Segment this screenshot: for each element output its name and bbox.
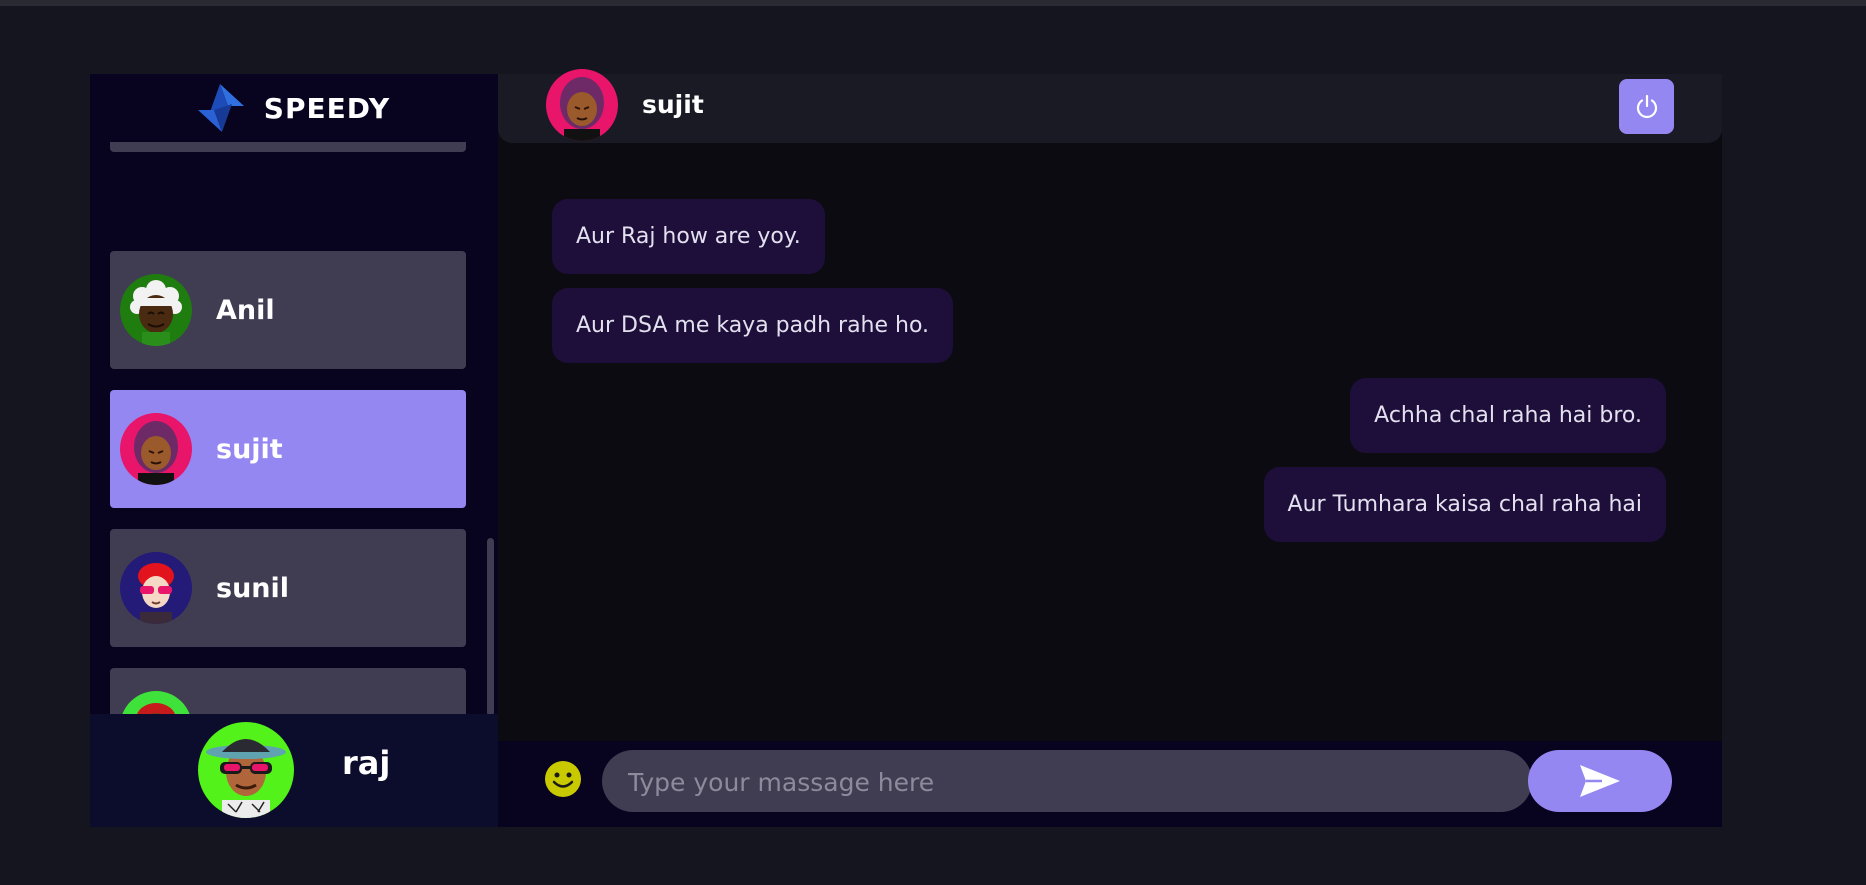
chat-panel: sujit Aur Raj how are yoy. Aur DSA me ka… bbox=[498, 69, 1722, 827]
avatar-sujit bbox=[120, 413, 192, 485]
message-received: Aur DSA me kaya padh rahe ho. bbox=[552, 288, 954, 363]
message-input[interactable] bbox=[626, 750, 1510, 814]
logout-button[interactable] bbox=[1619, 79, 1674, 134]
contact-list-scrollbar[interactable] bbox=[487, 538, 494, 716]
message-composer bbox=[498, 741, 1722, 827]
avatar-anil bbox=[120, 274, 192, 346]
avatar-sunil bbox=[120, 552, 192, 624]
contact-sunil[interactable]: sunil bbox=[110, 529, 466, 647]
chat-header-name: sujit bbox=[642, 90, 704, 119]
avatar-raj bbox=[198, 722, 294, 818]
chat-header: sujit bbox=[498, 69, 1722, 143]
message-sent: Achha chal raha hai bro. bbox=[1350, 378, 1666, 453]
current-user-panel: raj bbox=[90, 714, 498, 827]
message-sent: Aur Tumhara kaisa chal raha hai bbox=[1263, 467, 1666, 542]
contact-name: Anil bbox=[216, 294, 275, 326]
window-top-border bbox=[0, 0, 1866, 6]
message-received: Aur Raj how are yoy. bbox=[552, 199, 825, 274]
contact-card-partial[interactable] bbox=[110, 142, 466, 152]
contact-anil[interactable]: Anil bbox=[110, 251, 466, 369]
contact-name: sujit bbox=[216, 433, 283, 465]
message-input-wrapper bbox=[602, 750, 1532, 814]
brand-name: SPEEDY bbox=[263, 91, 391, 125]
send-icon bbox=[1580, 765, 1620, 797]
speedy-logo-icon bbox=[197, 84, 244, 132]
brand: SPEEDY bbox=[90, 74, 498, 142]
chat-header-avatar bbox=[546, 69, 618, 141]
contact-list: Anil sujit sunil bbox=[90, 142, 498, 788]
current-user-name: raj bbox=[342, 744, 391, 782]
power-icon bbox=[1636, 94, 1657, 118]
contact-name: sunil bbox=[216, 572, 290, 604]
contact-sujit[interactable]: sujit bbox=[110, 390, 466, 508]
sidebar: SPEEDY Anil sujit sunil raj bbox=[90, 74, 498, 827]
smiley-icon bbox=[545, 761, 581, 797]
chat-app: SPEEDY Anil sujit sunil raj sujit Aur Ra… bbox=[90, 69, 1722, 827]
send-button[interactable] bbox=[1528, 750, 1672, 812]
emoji-picker-button[interactable] bbox=[544, 760, 582, 798]
